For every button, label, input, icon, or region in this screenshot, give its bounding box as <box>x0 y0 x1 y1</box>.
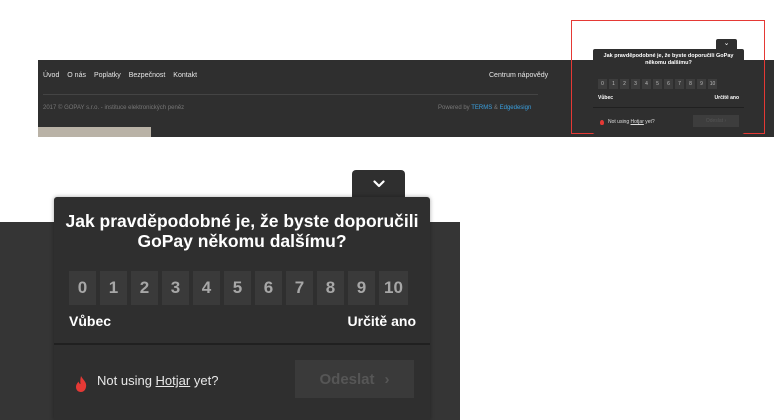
mini-scale-7[interactable]: 7 <box>675 79 684 89</box>
mini-low-label: Vůbec <box>598 95 614 101</box>
nps-option-7[interactable]: 7 <box>286 271 313 305</box>
nps-option-10[interactable]: 10 <box>379 271 408 305</box>
nps-option-0[interactable]: 0 <box>69 271 96 305</box>
widget-divider <box>54 343 430 345</box>
hotjar-promo-text: Not using Hotjar yet? <box>97 373 218 388</box>
nps-option-2[interactable]: 2 <box>131 271 158 305</box>
mini-hotjar-prefix: Not using <box>608 119 630 125</box>
mini-question: Jak pravděpodobné je, že byste doporučil… <box>603 53 734 66</box>
mini-scale-10[interactable]: 10 <box>708 79 717 89</box>
mini-scale: 0 1 2 3 4 5 6 7 8 9 10 <box>598 79 717 89</box>
terms-link[interactable]: TERMS <box>471 105 492 111</box>
widget-toggle-tab[interactable] <box>352 170 405 198</box>
chevron-down-icon: ⌄ <box>723 40 730 47</box>
send-button-label: Odeslat <box>319 370 375 388</box>
nps-option-4[interactable]: 4 <box>193 271 220 305</box>
mini-scale-6[interactable]: 6 <box>664 79 673 89</box>
mini-scale-1[interactable]: 1 <box>609 79 618 89</box>
nps-option-3[interactable]: 3 <box>162 271 189 305</box>
mini-high-label: Určitě ano <box>714 95 739 101</box>
nps-option-9[interactable]: 9 <box>348 271 375 305</box>
chevron-right-icon: › <box>384 370 390 388</box>
footer-link-o-nas[interactable]: O nás <box>67 72 86 79</box>
survey-question: Jak pravděpodobné je, že byste doporučil… <box>65 211 419 251</box>
mini-hotjar-suffix: yet? <box>645 119 655 125</box>
mini-scale-3[interactable]: 3 <box>631 79 640 89</box>
footer-link-kontakt[interactable]: Kontakt <box>173 72 197 79</box>
powered-prefix: Powered by <box>438 105 470 111</box>
nps-option-1[interactable]: 1 <box>100 271 127 305</box>
footer-link-poplatky[interactable]: Poplatky <box>94 72 121 79</box>
powered-amp: & <box>493 105 498 111</box>
nps-option-6[interactable]: 6 <box>255 271 282 305</box>
mini-chevron-right-icon: › <box>724 118 727 124</box>
mini-survey-widget: Jak pravděpodobné je, že byste doporučil… <box>593 49 744 134</box>
mini-scale-2[interactable]: 2 <box>620 79 629 89</box>
nps-scale: 0 1 2 3 4 5 6 7 8 9 10 <box>69 271 408 305</box>
footer-divider <box>43 94 538 95</box>
mini-hotjar-text: Not using Hotjar yet? <box>608 119 655 125</box>
mini-toggle-tab[interactable]: ⌄ <box>716 39 737 49</box>
footer-copyright: 2017 © GOPAY s.r.o. - instituce elektron… <box>43 105 185 111</box>
mini-hotjar-flame-icon <box>600 120 604 125</box>
hotjar-link[interactable]: Hotjar <box>156 373 191 388</box>
mini-scale-9[interactable]: 9 <box>697 79 706 89</box>
scale-low-label: Vůbec <box>69 313 112 329</box>
nps-option-5[interactable]: 5 <box>224 271 251 305</box>
hotjar-prefix: Not using <box>97 373 152 388</box>
survey-widget: Jak pravděpodobné je, že byste doporučil… <box>54 197 430 420</box>
footer-link-uvod[interactable]: Úvod <box>43 72 59 79</box>
mini-divider <box>593 107 744 108</box>
mini-send-label: Odeslat <box>705 118 724 124</box>
mini-scale-8[interactable]: 8 <box>686 79 695 89</box>
edgedesign-link[interactable]: Edgedesign <box>500 105 532 111</box>
mini-hotjar-link[interactable]: Hotjar <box>631 119 644 125</box>
hotjar-flame-icon <box>76 376 87 392</box>
chevron-down-icon <box>372 180 385 188</box>
footer-scroll-bar <box>38 127 151 137</box>
mini-scale-5[interactable]: 5 <box>653 79 662 89</box>
help-center-link[interactable]: Centrum nápovědy <box>489 72 548 79</box>
footer-powered-by: Powered by TERMS & Edgedesign <box>438 105 531 111</box>
mini-scale-4[interactable]: 4 <box>642 79 651 89</box>
nps-option-8[interactable]: 8 <box>317 271 344 305</box>
footer-link-bezpecnost[interactable]: Bezpečnost <box>129 72 166 79</box>
mini-send-button[interactable]: Odeslat › <box>693 115 739 127</box>
send-button[interactable]: Odeslat › <box>295 360 414 398</box>
footer-nav: Úvod O nás Poplatky Bezpečnost Kontakt <box>43 72 203 79</box>
mini-scale-0[interactable]: 0 <box>598 79 607 89</box>
scale-high-label: Určitě ano <box>347 313 416 329</box>
hotjar-suffix: yet? <box>193 373 219 388</box>
